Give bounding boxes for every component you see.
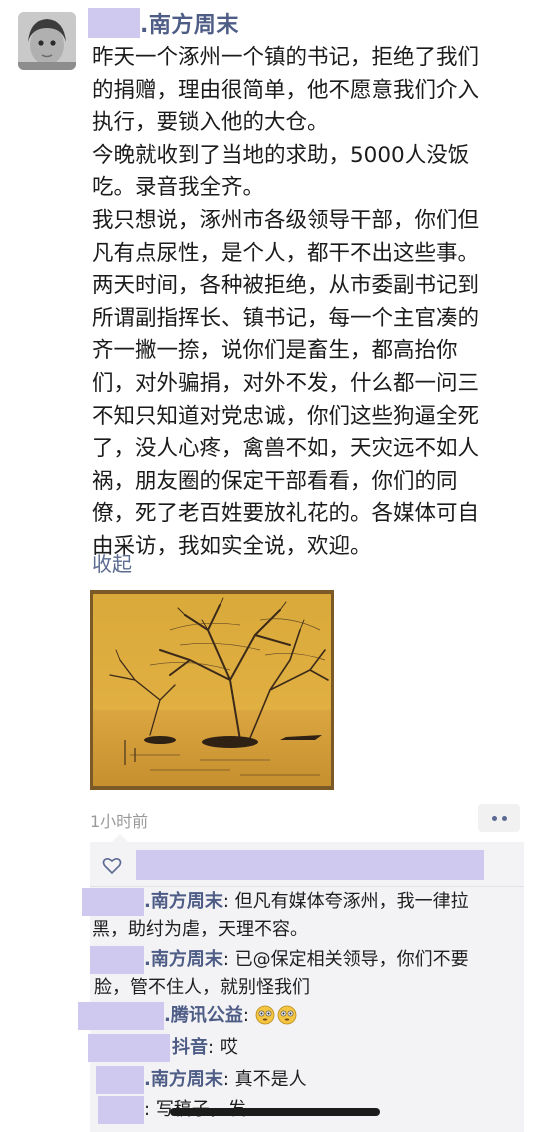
- comment-colon: :: [242, 1005, 249, 1026]
- post-body-line: 们，对外骗捐，对外不发，什么都一问三: [92, 370, 480, 396]
- comment-author[interactable]: .腾讯公益: [164, 1005, 243, 1026]
- comment-box: .南方周末: 但凡有媒体夸涿州，我一律拉 黑，助纣为虐，天理不容。 .南方周末:…: [78, 834, 524, 1132]
- post-time: 1小时前: [90, 812, 149, 831]
- comment-author[interactable]: .南方周末: [144, 891, 223, 912]
- more-actions-button[interactable]: [478, 804, 520, 832]
- flushed-face-icon: [255, 1005, 275, 1025]
- comment-item[interactable]: .南方周末: 已@保定相关领导，你们不要 脸，管不住人，就别怪我们: [90, 946, 520, 1002]
- avatar[interactable]: [18, 12, 76, 70]
- comment-colon: :: [208, 1037, 215, 1058]
- redacted-commenter-block: [96, 1066, 144, 1094]
- post-body-line: 了，没人心疼，禽兽不如，天灾远不如人: [92, 436, 480, 462]
- comment-item[interactable]: .南方周末: 但凡有媒体夸涿州，我一律拉 黑，助纣为虐，天理不容。: [82, 888, 520, 944]
- redacted-commenter-block: [78, 1002, 164, 1030]
- comment-item[interactable]: .南方周末: 真不是人: [90, 1066, 520, 1094]
- poster-name[interactable]: .南方周末: [140, 7, 239, 39]
- post-body-line: 凡有点尿性，是个人，都干不出这些事。: [92, 240, 480, 266]
- poster-name-row[interactable]: .南方周末: [88, 6, 239, 40]
- like-divider: [90, 886, 524, 887]
- post-body-text: 昨天一个涿州一个镇的书记，拒绝了我们 的捐赠，理由很简单，他不愿意我们介入 执行，要…: [92, 42, 532, 564]
- avatar-photo: [18, 12, 76, 70]
- redacted-likers-block: [136, 850, 484, 880]
- comment-text-continued: 脸，管不住人，就别怪我们: [94, 977, 310, 998]
- comment-box-notch: [112, 834, 128, 842]
- redacted-commenter-block: [90, 946, 144, 974]
- redacted-commenter-block: [88, 1034, 170, 1062]
- redacted-commenter-block: [82, 888, 144, 916]
- redacted-name-block: [88, 8, 140, 38]
- post-photo[interactable]: [90, 590, 334, 790]
- post-body-line: 昨天一个涿州一个镇的书记，拒绝了我们: [92, 45, 480, 70]
- post-body-line: 不知只知道对党忠诚，你们这些狗逼全死: [92, 403, 480, 429]
- post-body-line: 由采访，我如实全说，欢迎。: [92, 533, 372, 559]
- post-body-line: 的捐赠，理由很简单，他不愿意我们介入: [92, 77, 480, 103]
- comment-colon: :: [144, 1099, 151, 1120]
- post-body-line: 祸，朋友圈的保定干部看看，你们的同: [92, 468, 458, 494]
- post-body-line: 齐一撇一捺，说你们是畜生，都高抬你: [92, 338, 458, 364]
- flushed-face-icon: [277, 1005, 297, 1025]
- like-row: [102, 848, 520, 884]
- post-body-line: 今晚就收到了当地的求助，5000人没饭: [92, 142, 470, 168]
- post-body-line: 僚，死了老百姓要放礼花的。各媒体可自: [92, 501, 480, 527]
- flooded-trees-painting: [90, 590, 334, 790]
- comment-text: 已@保定相关领导，你们不要: [234, 949, 469, 970]
- post-body-line: 我只想说，涿州市各级领导干部，你们但: [92, 207, 480, 233]
- comment-item[interactable]: .腾讯公益:: [78, 1002, 520, 1030]
- post-body-line: 两天时间，各种被拒绝，从市委副书记到: [92, 273, 480, 299]
- comment-author[interactable]: .南方周末: [144, 1069, 223, 1090]
- comment-text: 但凡有媒体夸涿州，我一律拉: [234, 891, 469, 912]
- post-body-line: 所谓副指挥长、镇书记，每一个主官凑的: [92, 305, 480, 331]
- more-dots-icon-dot: [501, 815, 507, 821]
- comment-colon: :: [222, 949, 229, 970]
- post-body-line: 吃。录音我全齐。: [92, 175, 265, 201]
- post-body-line: 执行，要锁入他的大仓。: [92, 110, 329, 136]
- comment-author[interactable]: 抖音: [172, 1037, 208, 1058]
- comment-text: 真不是人: [234, 1069, 307, 1090]
- comment-text-continued: 黑，助纣为虐，天理不容。: [92, 919, 308, 940]
- comment-colon: :: [222, 891, 229, 912]
- comment-colon: :: [222, 1069, 229, 1090]
- collapse-link[interactable]: 收起: [92, 548, 132, 577]
- home-indicator-bar[interactable]: [170, 1108, 380, 1116]
- comment-item[interactable]: 抖音: 哎: [88, 1034, 520, 1062]
- more-dots-icon: [491, 815, 497, 821]
- comment-text: 哎: [219, 1037, 238, 1058]
- comment-author[interactable]: .南方周末: [144, 949, 223, 970]
- heart-icon: [102, 857, 122, 875]
